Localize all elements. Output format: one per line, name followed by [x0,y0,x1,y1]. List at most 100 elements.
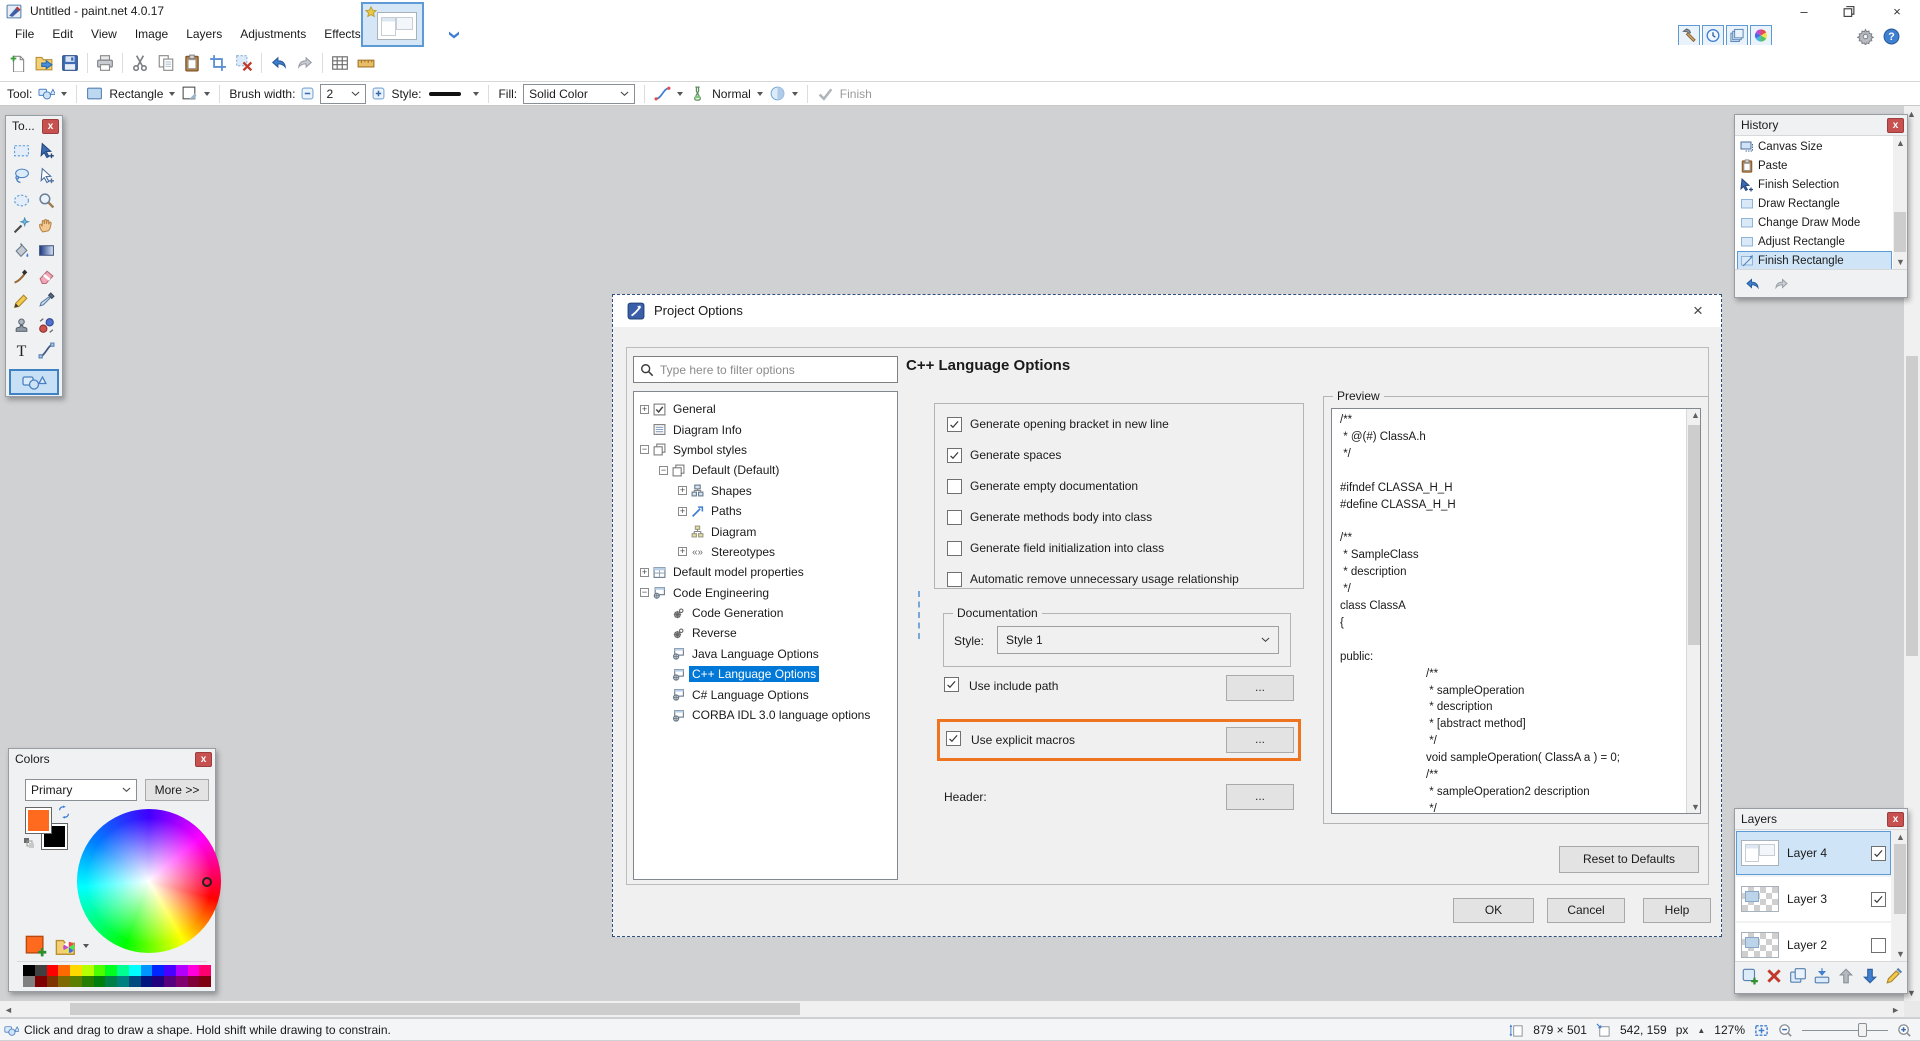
crop-button[interactable] [205,50,231,76]
close-icon[interactable]: x [1887,812,1904,827]
layer-visibility-checkbox[interactable] [1871,938,1886,953]
palette-swatch[interactable] [152,965,164,976]
canvas-selection[interactable]: Project Options × Type here to filter op… [612,294,1722,937]
shapes-tool-icon[interactable] [38,85,55,102]
tree-item[interactable]: Code Generation [634,603,897,623]
tree-item[interactable]: Diagram [634,521,897,541]
palette-swatch[interactable] [94,976,106,987]
zoom-to-window-button[interactable] [1754,1023,1769,1038]
palette-swatch[interactable] [129,976,141,987]
toggle-clock-button[interactable] [1702,25,1724,46]
palette-swatch[interactable] [188,976,200,987]
scrollbar-thumb[interactable] [1894,844,1906,914]
color-wheel[interactable] [77,809,221,953]
add-color-button[interactable] [25,935,47,957]
help-button[interactable]: ? [1881,26,1902,47]
redo-button[interactable] [1772,276,1791,292]
palette-swatch[interactable] [141,965,153,976]
color-wheel-marker[interactable] [202,877,212,887]
palette-folder-button[interactable] [55,935,77,957]
layer-visibility-checkbox[interactable] [1871,892,1886,907]
ok-button[interactable]: OK [1453,898,1534,923]
splitter-handle[interactable] [918,591,920,639]
tool-dropdown-arrow[interactable] [61,92,67,96]
shape-kind-label[interactable]: Rectangle [109,87,163,101]
tools-panel-title-bar[interactable]: To... x [6,116,62,136]
finish-button[interactable]: Finish [840,87,872,101]
tool-wand[interactable] [9,213,34,238]
shape-dropdown-arrow[interactable] [169,92,175,96]
tool-bucket[interactable] [9,238,34,263]
tree-item[interactable]: +Shapes [634,481,897,501]
tree-item[interactable]: Java Language Options [634,644,897,664]
tree-item[interactable]: +General [634,399,897,419]
page-new-button[interactable] [5,50,31,76]
zoom-out-button[interactable] [1778,1023,1793,1038]
palette-swatch[interactable] [105,976,117,987]
mini-palette-icon[interactable] [23,837,35,849]
checkbox[interactable] [947,541,962,556]
blend-mode-label[interactable]: Normal [712,87,751,101]
layer-props-button[interactable] [1885,967,1903,985]
palette-swatch[interactable] [152,976,164,987]
cancel-button[interactable]: Cancel [1547,898,1625,923]
menu-layers[interactable]: Layers [177,24,231,44]
blend-circle-dropdown-arrow[interactable] [792,92,798,96]
redo-button[interactable] [292,50,318,76]
arrow-up-gray-button[interactable] [1837,967,1855,985]
include-path-browse-button[interactable]: ... [1226,675,1294,701]
history-item[interactable]: Draw Rectangle [1737,194,1892,213]
explicit-macros-browse-button[interactable]: ... [1226,727,1294,753]
layers-scrollbar[interactable]: ▲ ▼ [1893,830,1907,961]
tool-pencil[interactable] [9,288,34,313]
palette-swatch[interactable] [176,965,188,976]
scrollbar-thumb[interactable] [1688,425,1700,645]
blend-circle-icon[interactable] [769,85,786,102]
checkbox[interactable] [947,448,962,463]
tool-gradient[interactable] [34,238,59,263]
image-tab[interactable] [361,2,424,47]
zoom-in-button[interactable] [1897,1023,1912,1038]
spline-dropdown-arrow[interactable] [677,92,683,96]
palette-swatch[interactable] [129,965,141,976]
deselect-button[interactable] [231,50,257,76]
fill-combo[interactable]: Solid Color [523,84,635,104]
palette-swatch[interactable] [23,965,35,976]
palette-swatch[interactable] [141,976,153,987]
use-explicit-macros-checkbox[interactable] [946,731,961,746]
reset-to-defaults-button[interactable]: Reset to Defaults [1559,846,1699,873]
image-list-chevron-icon[interactable] [447,30,461,42]
close-icon[interactable]: x [42,119,59,134]
tool-curve[interactable] [34,338,59,363]
primary-color-swatch[interactable] [25,807,52,834]
tree-expander-plus[interactable]: + [678,547,687,556]
menu-image[interactable]: Image [126,24,177,44]
layer-row[interactable]: Layer 4 [1736,831,1891,875]
tool-rect-select[interactable] [9,138,34,163]
zoom-slider[interactable] [1802,1023,1888,1037]
color-mode-combo[interactable]: Primary [25,779,137,801]
palette-swatch[interactable] [117,965,129,976]
tool-eraser[interactable] [34,263,59,288]
palette-swatch[interactable] [105,965,117,976]
close-icon[interactable]: x [195,752,212,767]
unit-dropdown-arrow[interactable]: ▲ [1697,1026,1705,1035]
tool-recolor[interactable] [34,313,59,338]
palette-swatch[interactable] [188,965,200,976]
layer-dup-button[interactable] [1789,967,1807,985]
tree-expander-minus[interactable]: − [640,588,649,597]
copy-button[interactable] [153,50,179,76]
tool-zoom[interactable] [34,188,59,213]
layer-row[interactable]: Layer 3 [1736,877,1891,921]
print-button[interactable] [92,50,118,76]
palette-swatch[interactable] [35,965,47,976]
tree-expander-plus[interactable]: + [678,486,687,495]
menu-file[interactable]: File [6,24,43,44]
ruler-button[interactable] [353,50,379,76]
preview-scrollbar[interactable]: ▲ ▼ [1686,409,1700,813]
tool-ellipse-select[interactable] [9,188,34,213]
close-icon[interactable]: x [1887,118,1904,133]
settings-button[interactable] [1855,26,1876,47]
doc-style-combo[interactable]: Style 1 [997,626,1279,654]
tree-expander-minus[interactable]: − [659,466,668,475]
